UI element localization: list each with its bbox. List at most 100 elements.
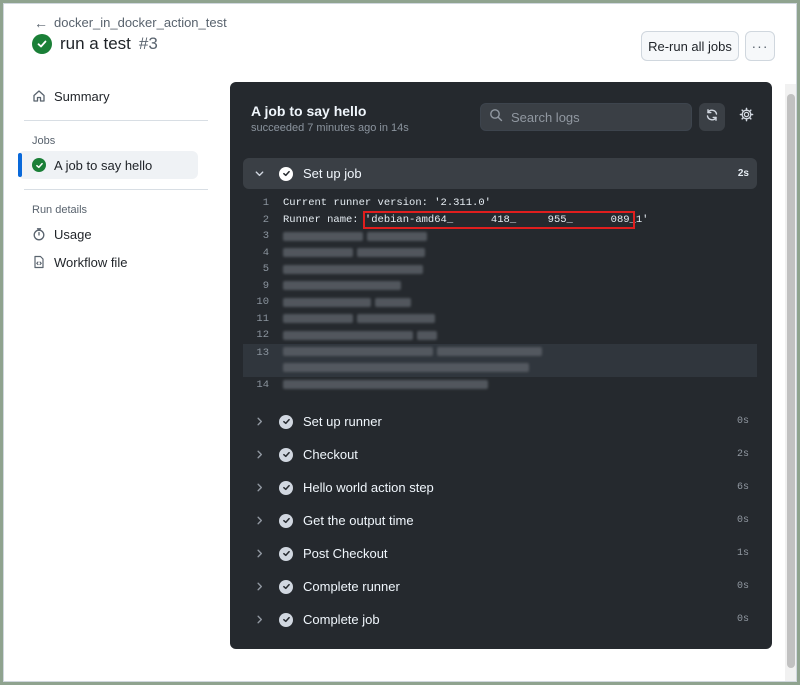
search-icon bbox=[489, 108, 503, 127]
job-title: A job to say hello bbox=[251, 103, 367, 119]
app-window: ← docker_in_docker_action_test run a tes… bbox=[3, 3, 797, 682]
line-number: 2 bbox=[262, 213, 269, 226]
line-number: 11 bbox=[256, 312, 269, 325]
redacted-text bbox=[375, 297, 411, 307]
log-text: Current runner version: '2.311.0' bbox=[283, 197, 491, 210]
step-name: Checkout bbox=[303, 447, 358, 462]
line-number: 12 bbox=[256, 329, 269, 342]
search-logs-input[interactable] bbox=[511, 109, 681, 125]
line-number: 5 bbox=[262, 263, 269, 276]
log-line[interactable]: 9 bbox=[243, 278, 757, 295]
more-options-button[interactable]: ··· bbox=[745, 31, 775, 61]
log-line[interactable]: 11 bbox=[243, 311, 757, 328]
sidebar-item-workflow-file[interactable]: Workflow file bbox=[18, 248, 208, 276]
back-link[interactable]: ← docker_in_docker_action_test bbox=[34, 15, 227, 30]
chevron-right-icon bbox=[253, 614, 265, 625]
step-name: Complete runner bbox=[303, 579, 400, 594]
redacted-text bbox=[357, 314, 435, 324]
redacted-text bbox=[367, 231, 427, 241]
check-circle-icon bbox=[279, 612, 293, 627]
settings-button[interactable] bbox=[735, 106, 757, 128]
log-line[interactable]: 12 bbox=[243, 327, 757, 344]
log-line[interactable]: 10 bbox=[243, 294, 757, 311]
line-number: 3 bbox=[262, 230, 269, 243]
sidebar-item-label: A job to say hello bbox=[54, 157, 153, 173]
chevron-right-icon bbox=[253, 515, 265, 526]
chevron-down-icon bbox=[253, 168, 265, 179]
step-row[interactable]: Complete runner 0s bbox=[243, 571, 757, 602]
log-line[interactable]: 3 bbox=[243, 228, 757, 245]
scrollbar[interactable] bbox=[785, 84, 796, 681]
log-line[interactable]: 14 bbox=[243, 377, 757, 394]
check-circle-icon bbox=[279, 166, 293, 181]
log-output: 1 Current runner version: '2.311.0' 2 Ru… bbox=[243, 195, 757, 393]
chevron-right-icon bbox=[253, 548, 265, 559]
step-name: Set up runner bbox=[303, 414, 382, 429]
log-line[interactable]: 13 bbox=[243, 343, 757, 377]
back-link-label: docker_in_docker_action_test bbox=[54, 15, 227, 30]
sidebar: Summary Jobs A job to say hello Run deta… bbox=[18, 82, 208, 276]
stopwatch-icon bbox=[32, 227, 46, 241]
log-line[interactable]: 2 Runner name: 'debian-amd64_ 418_ 955_ … bbox=[243, 210, 757, 229]
sidebar-item-job[interactable]: A job to say hello bbox=[18, 151, 198, 179]
refresh-button[interactable] bbox=[699, 103, 725, 131]
line-number: 9 bbox=[262, 279, 269, 292]
sidebar-item-summary[interactable]: Summary bbox=[18, 82, 208, 110]
redacted-text bbox=[283, 380, 488, 390]
chevron-right-icon bbox=[253, 449, 265, 460]
arrow-left-icon: ← bbox=[34, 14, 48, 31]
gear-icon bbox=[739, 107, 754, 127]
file-code-icon bbox=[32, 255, 46, 269]
step-row[interactable]: Checkout 2s bbox=[243, 439, 757, 470]
redacted-text bbox=[357, 248, 425, 258]
check-circle-icon bbox=[279, 414, 293, 429]
redacted-text bbox=[283, 297, 371, 307]
line-number: 10 bbox=[256, 296, 269, 309]
chevron-right-icon bbox=[253, 416, 265, 427]
redacted-text bbox=[283, 314, 353, 324]
step-duration: 0s bbox=[736, 515, 749, 526]
search-logs-field[interactable] bbox=[480, 103, 692, 131]
line-number: 13 bbox=[256, 346, 269, 359]
chevron-right-icon bbox=[253, 581, 265, 592]
jobs-heading: Jobs bbox=[32, 135, 56, 147]
redacted-block bbox=[283, 346, 546, 372]
check-circle-icon bbox=[32, 34, 52, 54]
step-row[interactable]: Get the output time 0s bbox=[243, 505, 757, 536]
redacted-text bbox=[283, 362, 529, 372]
check-circle-icon bbox=[279, 579, 293, 594]
kebab-horizontal-icon: ··· bbox=[751, 38, 769, 54]
step-duration: 2s bbox=[736, 449, 749, 460]
redacted-text bbox=[283, 281, 401, 291]
step-duration: 0s bbox=[736, 581, 749, 592]
step-row[interactable]: Complete job 0s bbox=[243, 604, 757, 635]
check-circle-icon bbox=[279, 447, 293, 462]
log-line[interactable]: 4 bbox=[243, 245, 757, 262]
redacted-text bbox=[283, 330, 413, 340]
step-name: Get the output time bbox=[303, 513, 414, 528]
divider bbox=[24, 189, 208, 190]
run-details-heading: Run details bbox=[32, 204, 88, 216]
step-duration: 1s bbox=[736, 548, 749, 559]
step-duration: 6s bbox=[736, 482, 749, 493]
step-row[interactable]: Hello world action step 6s bbox=[243, 472, 757, 503]
redacted-text bbox=[283, 346, 433, 356]
sidebar-item-usage[interactable]: Usage bbox=[18, 220, 208, 248]
highlight-box bbox=[363, 210, 635, 229]
sidebar-item-label: Summary bbox=[54, 88, 110, 104]
step-row[interactable]: Post Checkout 1s bbox=[243, 538, 757, 569]
run-number: #3 bbox=[138, 34, 158, 53]
job-log-panel: A job to say hello succeeded 7 minutes a… bbox=[230, 82, 772, 649]
redacted-text bbox=[437, 346, 542, 356]
scrollbar-thumb[interactable] bbox=[787, 94, 795, 668]
home-icon bbox=[32, 89, 46, 103]
step-row[interactable]: Set up runner 0s bbox=[243, 406, 757, 437]
log-line[interactable]: 1 Current runner version: '2.311.0' bbox=[243, 195, 757, 212]
step-name: Hello world action step bbox=[303, 480, 434, 495]
redacted-row bbox=[283, 362, 546, 372]
step-set-up-job[interactable]: Set up job 2s bbox=[243, 158, 757, 189]
rerun-all-jobs-button[interactable]: Re-run all jobs bbox=[641, 31, 739, 61]
check-circle-icon bbox=[279, 546, 293, 561]
log-line[interactable]: 5 bbox=[243, 261, 757, 278]
job-status-text: succeeded 7 minutes ago in 14s bbox=[251, 122, 409, 134]
